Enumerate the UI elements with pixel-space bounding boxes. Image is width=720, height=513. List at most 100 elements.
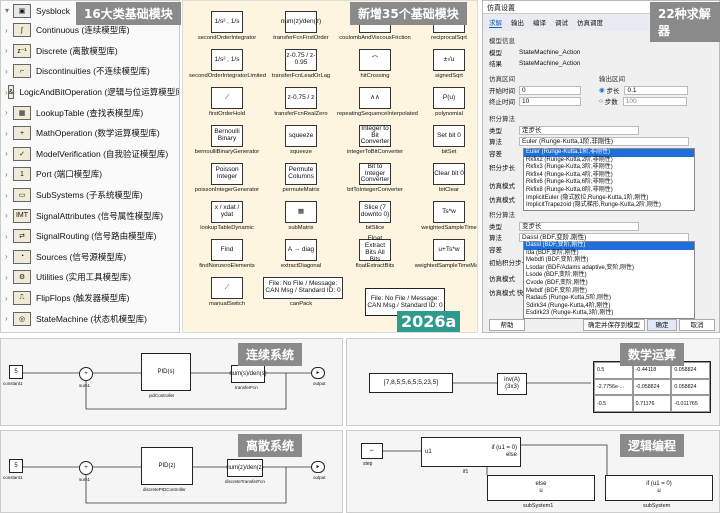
tab-debug[interactable]: 调试: [555, 17, 568, 28]
chevron-right-icon[interactable]: ›: [5, 273, 13, 282]
subsystem-block[interactable]: if (u1 = 0) u: [605, 475, 713, 501]
library-item[interactable]: › 1 Port (端口模型库): [1, 164, 179, 185]
library-block[interactable]: ∧∧ repeatingSequenceInterpolated: [337, 87, 418, 117]
library-block[interactable]: ±√u signedSqrt: [411, 49, 477, 79]
chevron-right-icon[interactable]: ›: [5, 129, 13, 138]
library-block[interactable]: Integer to Bit Converter integerToBitCon…: [337, 125, 413, 155]
chevron-right-icon[interactable]: ›: [5, 26, 13, 35]
chevron-right-icon[interactable]: ›: [5, 108, 13, 117]
library-item[interactable]: › ▦ LookupTable (查找表模型库): [1, 102, 179, 123]
matrix-constant-block[interactable]: [7,8,5;5,6,5;5,23,5]: [369, 373, 453, 393]
dropdown-option[interactable]: Esdirk23 (Runge-Kutta,3阶,刚性): [524, 310, 694, 318]
stop-time-input[interactable]: 10: [519, 96, 581, 106]
chevron-right-icon[interactable]: ›: [5, 252, 13, 261]
radio-step[interactable]: ◉: [599, 86, 606, 94]
library-item[interactable]: › ✓ ModelVerification (自我验证模型库): [1, 144, 179, 165]
continuous-tf-block[interactable]: num(s)/den(s): [229, 365, 267, 383]
continuous-pid-block[interactable]: PID(s): [141, 353, 191, 391]
subsystem1-block[interactable]: else u: [487, 475, 595, 501]
library-item[interactable]: › ◎ StateMachine (状态机模型库): [1, 308, 179, 329]
library-item[interactable]: › IMT SignalAttributes (信号属性模型库): [1, 205, 179, 226]
dropdown-option[interactable]: Cvode (BDF,变阶,刚性): [524, 280, 694, 288]
dropdown-option[interactable]: Rkfix6 (Runge-Kutta,6阶,非刚性): [524, 179, 694, 187]
chevron-right-icon[interactable]: ›: [5, 294, 13, 303]
step-block[interactable]: ⌐: [361, 443, 383, 459]
chevron-down-icon[interactable]: ▾: [5, 6, 13, 15]
library-block[interactable]: A → diag extractDiagonal: [263, 239, 339, 269]
library-block[interactable]: num(z)/den(z) transferFcnFirstOrder: [263, 11, 339, 41]
dropdown-option[interactable]: Rkfix3 (Runge-Kutta,3阶,非刚性): [524, 164, 694, 172]
library-block[interactable]: Bit to Integer Converter bitToIntegerCon…: [337, 163, 413, 193]
library-block[interactable]: Permute Columns permuteMatrix: [263, 163, 339, 193]
tab-scheduling[interactable]: 仿真调度: [577, 17, 603, 28]
dropdown-option[interactable]: Lsode (BDF,变阶,刚性): [524, 272, 694, 280]
dropdown-option[interactable]: Euler (Runge-Kutta,1阶,非刚性): [524, 149, 694, 157]
library-item[interactable]: › ⊛ Sinks (信号汇模型库): [1, 329, 179, 332]
discrete-tf-block[interactable]: num(z)/den(z): [226, 459, 264, 477]
library-item[interactable]: › ⎍ FlipFlops (触发器模型库): [1, 288, 179, 309]
algo-select-1[interactable]: Euler (Runge-Kutta,1阶,非刚性): [519, 136, 689, 146]
dropdown-option[interactable]: Rkfix8 (Runge-Kutta,8阶,非刚性): [524, 187, 694, 195]
chevron-right-icon[interactable]: ›: [5, 149, 13, 158]
library-item[interactable]: › ⚙ Utilities (实用工具模型库): [1, 267, 179, 288]
dropdown-option[interactable]: Mebdfi (BDF,变阶,刚性): [524, 257, 694, 265]
discrete-pid-block[interactable]: PID(z): [141, 447, 193, 485]
tab-compile[interactable]: 编译: [533, 17, 546, 28]
continuous-constant-block[interactable]: 5: [9, 365, 23, 379]
library-block[interactable]: z-0.75 / z-0.95 transferFcnLeadOrLag: [263, 49, 339, 79]
discrete-constant-block[interactable]: 5: [9, 459, 23, 473]
apply-save-button[interactable]: 确定并保存到模型: [583, 319, 645, 331]
library-block[interactable]: u+Ts*w weightedSampleTimeMath: [411, 239, 477, 269]
if-block[interactable]: u1 if (u1 = 0) else: [421, 437, 521, 467]
chevron-right-icon[interactable]: ›: [5, 211, 13, 220]
chevron-right-icon[interactable]: ›: [5, 191, 13, 200]
library-block[interactable]: 1/s² , 1/s secondOrderIntegrator: [189, 11, 265, 41]
library-block[interactable]: File: No File / Message: CAN Msg / Stand…: [263, 277, 343, 307]
step-input[interactable]: 0.1: [624, 85, 689, 95]
dropdown-option[interactable]: ImplicitTrapezoid (隐式梯形,Runge-Kutta,2阶,刚…: [524, 202, 694, 210]
library-block[interactable]: Float Extract Bits All Bits floatExtract…: [337, 235, 413, 269]
type-select-2[interactable]: 变步长: [519, 221, 639, 231]
library-block[interactable]: Ts*w weightedSampleTime: [411, 201, 477, 231]
discrete-output-block[interactable]: ▸: [311, 461, 325, 473]
count-input[interactable]: 100: [622, 96, 687, 106]
algo-dropdown-2[interactable]: Dassl (BDF,变阶,刚性) Ida (BDF,变阶,刚性) Mebdfi (…: [523, 241, 695, 319]
library-item[interactable]: › ◔ Sources (信号源模型库): [1, 247, 179, 268]
library-block[interactable]: z-0.75 / z transferFcnRealZero: [263, 87, 339, 117]
help-button[interactable]: 帮助: [489, 319, 525, 331]
ok-button[interactable]: 确定: [647, 319, 677, 331]
library-item[interactable]: › z⁻¹ Discrete (离散模型库): [1, 41, 179, 62]
library-item[interactable]: › & LogicAndBitOperation (逻辑与位运算模型库): [1, 82, 179, 103]
library-block[interactable]: P(u) polynomial: [411, 87, 477, 117]
library-block[interactable]: x / xdat / ydat lookupTableDynamic: [189, 201, 265, 231]
tab-solve[interactable]: 求解: [489, 17, 502, 28]
library-block[interactable]: Bernoulli Binary bernoulliBinaryGenerato…: [189, 125, 265, 155]
cancel-button[interactable]: 取消: [679, 319, 715, 331]
library-block[interactable]: ⟋ firstOrderHold: [189, 87, 265, 117]
type-select-1[interactable]: 定步长: [519, 125, 639, 135]
library-block[interactable]: Set bit 0 bitSet: [411, 125, 477, 155]
library-block[interactable]: 1/s² , 1/s secondOrderIntegratorLimited: [189, 49, 266, 79]
continuous-output-block[interactable]: ▸: [311, 367, 325, 379]
library-item[interactable]: › + MathOperation (数学运算模型库): [1, 123, 179, 144]
library-block[interactable]: ⟋ manualSwitch: [189, 277, 265, 307]
start-time-input[interactable]: 0: [519, 85, 581, 95]
chevron-right-icon[interactable]: ›: [5, 314, 13, 323]
library-item[interactable]: › ⌐ Discontinuities (不连续模型库): [1, 61, 179, 82]
library-block[interactable]: Poisson Integer poissonIntegerGenerator: [189, 163, 265, 193]
tab-output[interactable]: 输出: [511, 17, 524, 28]
algo-dropdown-1[interactable]: Euler (Runge-Kutta,1阶,非刚性) Rkfix2 (Runge-…: [523, 148, 695, 211]
library-item[interactable]: › ▭ SubSystems (子系统模型库): [1, 185, 179, 206]
library-block[interactable]: Find findNonzeroElements: [189, 239, 265, 269]
chevron-right-icon[interactable]: ›: [5, 67, 13, 76]
chevron-right-icon[interactable]: ›: [5, 232, 13, 241]
dropdown-option[interactable]: Dassl (BDF,变阶,刚性): [524, 242, 694, 250]
chevron-right-icon[interactable]: ›: [5, 46, 13, 55]
inverse-block[interactable]: inv(A) (3x3): [497, 373, 527, 395]
chevron-right-icon[interactable]: ›: [5, 170, 13, 179]
continuous-sum-block[interactable]: +: [79, 367, 93, 381]
library-block[interactable]: ⌒ hitCrossing: [337, 49, 413, 79]
library-item[interactable]: › ⇄ SignalRouting (信号路由模型库): [1, 226, 179, 247]
library-block[interactable]: Slice (7 downto 0) bitSlice: [337, 201, 413, 231]
dropdown-option[interactable]: Radau5 (Runge-Kutta,5阶,刚性): [524, 295, 694, 303]
